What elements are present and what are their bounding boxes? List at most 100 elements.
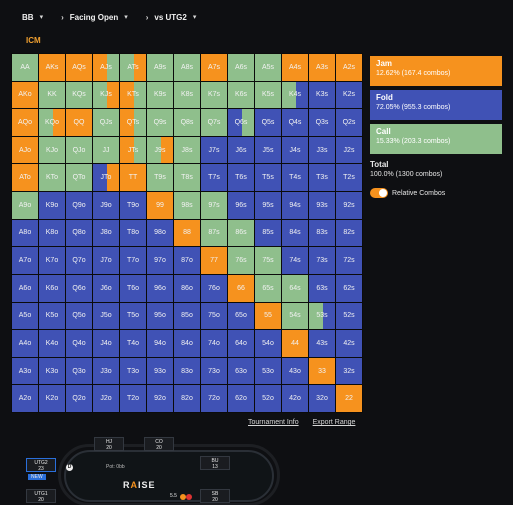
range-cell[interactable]: T3s xyxy=(309,164,335,192)
range-cell[interactable]: Q3s xyxy=(309,109,335,136)
range-cell[interactable]: K9o xyxy=(39,192,65,219)
range-cell[interactable]: 83s xyxy=(309,219,335,247)
range-cell[interactable]: 72o xyxy=(201,385,227,412)
range-cell[interactable]: J4s xyxy=(282,136,308,164)
range-cell[interactable]: 52o xyxy=(255,385,281,412)
range-cell[interactable]: AA xyxy=(12,54,38,81)
range-cell[interactable]: AKo xyxy=(12,81,38,109)
range-cell[interactable]: Q8o xyxy=(66,219,92,247)
range-cell[interactable]: KTo xyxy=(39,164,65,192)
range-cell[interactable]: 87o xyxy=(174,247,200,274)
range-cell[interactable]: A6s xyxy=(228,54,254,81)
range-cell[interactable]: 22 xyxy=(336,385,362,412)
range-cell[interactable]: Q2o xyxy=(66,385,92,412)
range-cell[interactable]: K6o xyxy=(39,274,65,302)
range-cell[interactable]: 72s xyxy=(336,247,362,274)
range-cell[interactable]: K9s xyxy=(147,81,173,109)
range-cell[interactable]: 95s xyxy=(255,192,281,219)
range-cell[interactable]: 97o xyxy=(147,247,173,274)
range-cell[interactable]: AQs xyxy=(66,54,92,81)
range-cell[interactable]: A3o xyxy=(12,357,38,385)
range-cell[interactable]: 76s xyxy=(228,247,254,274)
range-cell[interactable]: A3s xyxy=(309,54,335,81)
range-cell[interactable]: 92s xyxy=(336,192,362,219)
range-cell[interactable]: AQo xyxy=(12,109,38,136)
range-cell[interactable]: QTo xyxy=(66,164,92,192)
range-cell[interactable]: 95o xyxy=(147,302,173,330)
range-cell[interactable]: 64s xyxy=(282,274,308,302)
range-cell[interactable]: KQs xyxy=(66,81,92,109)
range-cell[interactable]: 93o xyxy=(147,357,173,385)
range-cell[interactable]: Q8s xyxy=(174,109,200,136)
relative-combos-toggle[interactable] xyxy=(370,188,388,198)
range-cell[interactable]: Q6o xyxy=(66,274,92,302)
range-cell[interactable]: 73o xyxy=(201,357,227,385)
range-cell[interactable]: T4s xyxy=(282,164,308,192)
range-cell[interactable]: KTs xyxy=(120,81,146,109)
range-cell[interactable]: 63o xyxy=(228,357,254,385)
range-cell[interactable]: K5s xyxy=(255,81,281,109)
range-cell[interactable]: ATo xyxy=(12,164,38,192)
range-cell[interactable]: 65o xyxy=(228,302,254,330)
range-cell[interactable]: A5s xyxy=(255,54,281,81)
range-cell[interactable]: J7s xyxy=(201,136,227,164)
range-cell[interactable]: KK xyxy=(39,81,65,109)
range-cell[interactable]: A7o xyxy=(12,247,38,274)
range-cell[interactable]: 66 xyxy=(228,274,254,302)
range-cell[interactable]: T8s xyxy=(174,164,200,192)
range-cell[interactable]: 87s xyxy=(201,219,227,247)
range-cell[interactable]: 55 xyxy=(255,302,281,330)
range-cell[interactable]: T6s xyxy=(228,164,254,192)
range-cell[interactable]: 62s xyxy=(336,274,362,302)
opponent-dropdown[interactable]: › vs UTG2 ▾ xyxy=(146,13,197,22)
range-cell[interactable]: 65s xyxy=(255,274,281,302)
range-cell[interactable]: A5o xyxy=(12,302,38,330)
range-cell[interactable]: A4o xyxy=(12,330,38,357)
range-cell[interactable]: 63s xyxy=(309,274,335,302)
range-cell[interactable]: AJo xyxy=(12,136,38,164)
range-cell[interactable]: AJs xyxy=(93,54,119,81)
range-cell[interactable]: 44 xyxy=(282,330,308,357)
range-cell[interactable]: 77 xyxy=(201,247,227,274)
range-cell[interactable]: 42s xyxy=(336,330,362,357)
range-cell[interactable]: 53o xyxy=(255,357,281,385)
range-cell[interactable]: 83o xyxy=(174,357,200,385)
range-cell[interactable]: Q9o xyxy=(66,192,92,219)
range-cell[interactable]: 43o xyxy=(282,357,308,385)
range-cell[interactable]: 76o xyxy=(201,274,227,302)
range-cell[interactable]: AKs xyxy=(39,54,65,81)
range-cell[interactable]: KJo xyxy=(39,136,65,164)
range-cell[interactable]: 86s xyxy=(228,219,254,247)
range-cell[interactable]: ATs xyxy=(120,54,146,81)
range-cell[interactable]: Q6s xyxy=(228,109,254,136)
range-cell[interactable]: A2o xyxy=(12,385,38,412)
range-cell[interactable]: K8s xyxy=(174,81,200,109)
range-cell[interactable]: K3o xyxy=(39,357,65,385)
range-cell[interactable]: 74s xyxy=(282,247,308,274)
range-cell[interactable]: QJs xyxy=(93,109,119,136)
range-cell[interactable]: Q3o xyxy=(66,357,92,385)
range-cell[interactable]: QQ xyxy=(66,109,92,136)
range-cell[interactable]: J6s xyxy=(228,136,254,164)
range-cell[interactable]: QTs xyxy=(120,109,146,136)
range-cell[interactable]: 82s xyxy=(336,219,362,247)
range-cell[interactable]: 99 xyxy=(147,192,173,219)
range-cell[interactable]: J8o xyxy=(93,219,119,247)
range-cell[interactable]: K7o xyxy=(39,247,65,274)
range-cell[interactable]: 98s xyxy=(174,192,200,219)
range-cell[interactable]: J9s xyxy=(147,136,173,164)
range-cell[interactable]: 74o xyxy=(201,330,227,357)
range-cell[interactable]: T9o xyxy=(120,192,146,219)
range-cell[interactable]: J3s xyxy=(309,136,335,164)
range-cell[interactable]: J6o xyxy=(93,274,119,302)
range-cell[interactable]: KQo xyxy=(39,109,65,136)
range-cell[interactable]: Q5s xyxy=(255,109,281,136)
range-cell[interactable]: J4o xyxy=(93,330,119,357)
range-cell[interactable]: Q4s xyxy=(282,109,308,136)
range-cell[interactable]: T4o xyxy=(120,330,146,357)
range-cell[interactable]: 32o xyxy=(309,385,335,412)
range-cell[interactable]: 52s xyxy=(336,302,362,330)
range-cell[interactable]: K5o xyxy=(39,302,65,330)
range-cell[interactable]: J3o xyxy=(93,357,119,385)
range-cell[interactable]: 85s xyxy=(255,219,281,247)
